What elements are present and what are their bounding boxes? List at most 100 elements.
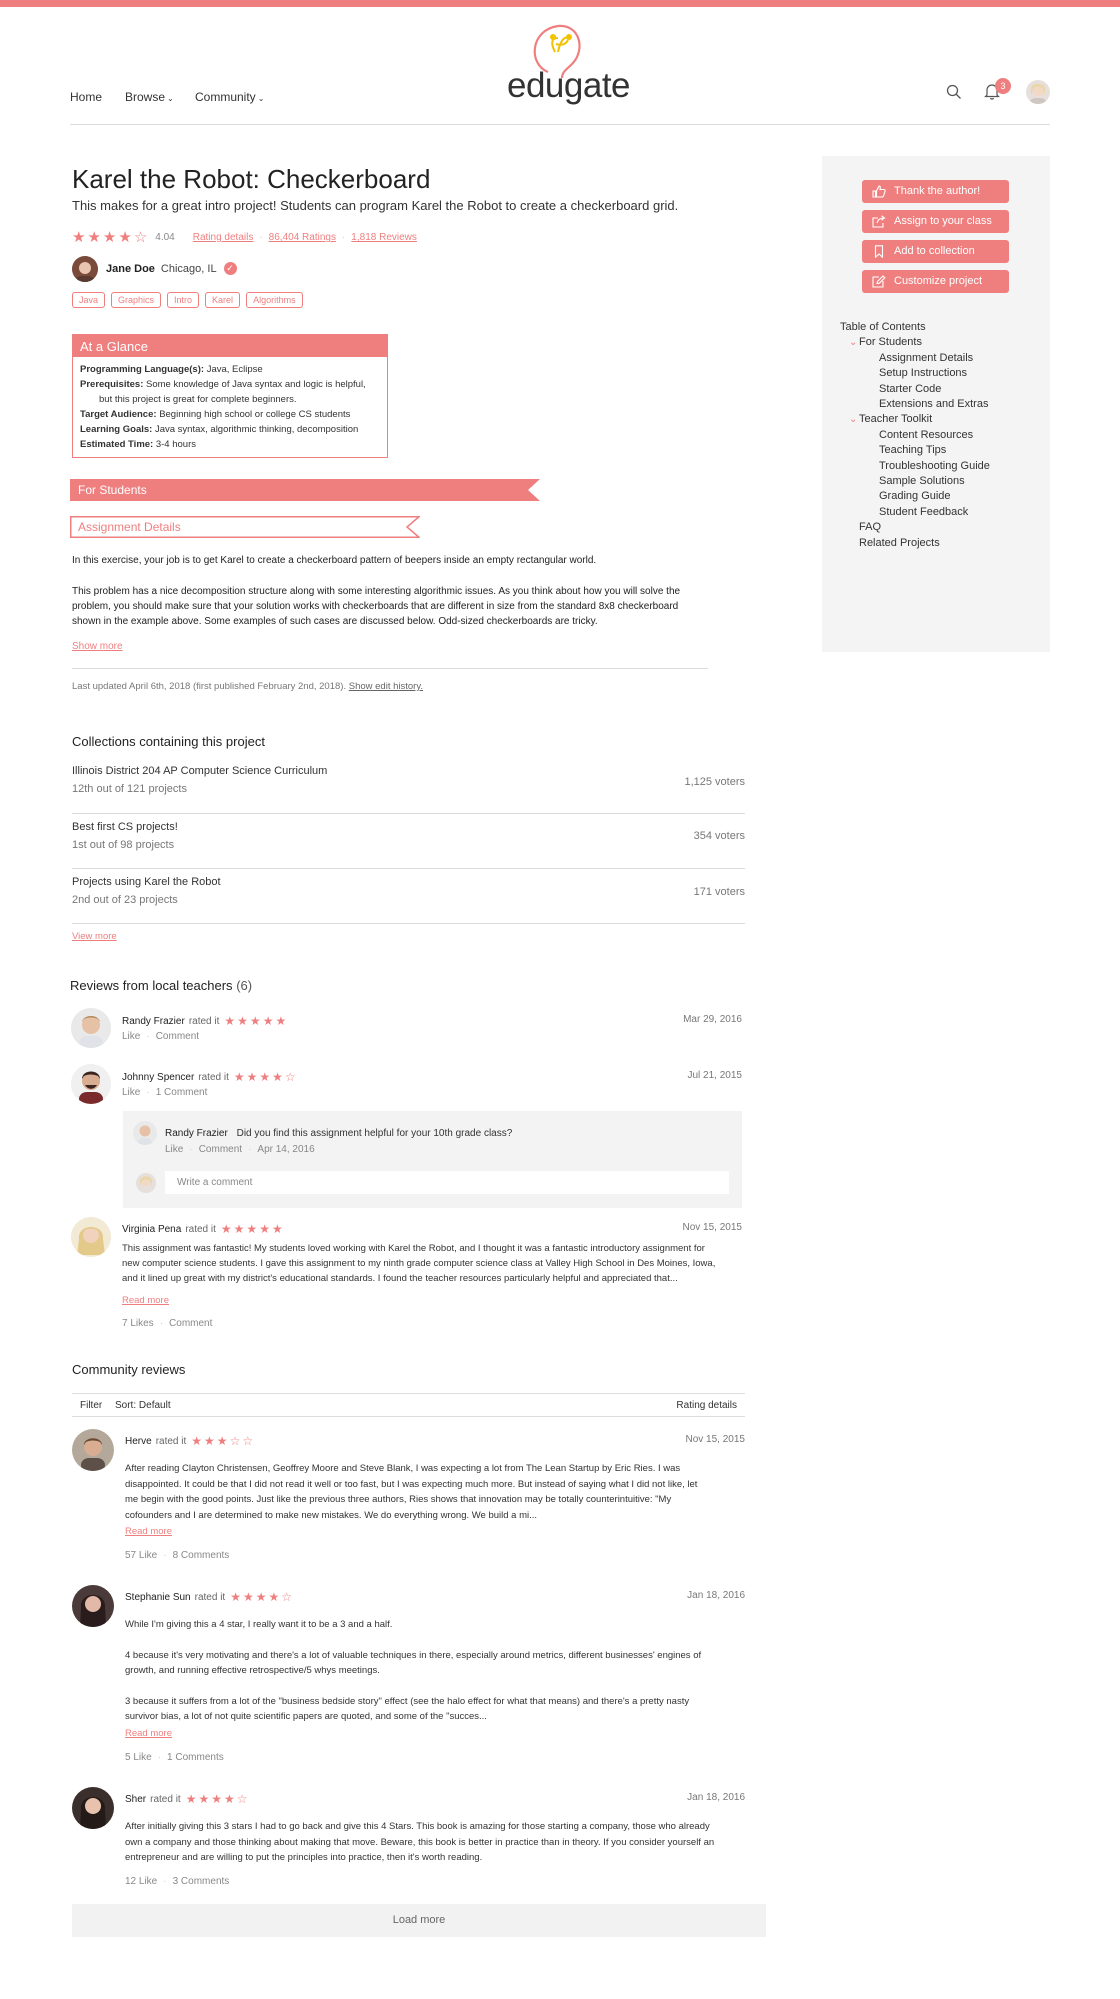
collection-item[interactable]: Projects using Karel the Robot 2nd out o… [72,876,745,924]
reviewer-name[interactable]: Virginia Pena [122,1224,181,1235]
bookmark-icon [874,245,884,258]
comments-button[interactable]: 1 Comment [156,1087,208,1098]
likes-count-button[interactable]: 7 Likes [122,1318,154,1329]
reviews-count-link[interactable]: 1,818 Reviews [351,232,417,243]
author-avatar[interactable] [72,256,98,282]
dot-separator: · [341,232,346,243]
toc-item-content-resources[interactable]: Content Resources [840,428,990,443]
user-avatar[interactable] [1026,80,1050,104]
write-comment-input[interactable]: Write a comment [165,1171,729,1194]
sort-dropdown[interactable]: Sort: Default [115,1400,171,1411]
tag-algorithms[interactable]: Algorithms [246,292,303,308]
collection-item[interactable]: Illinois District 204 AP Computer Scienc… [72,765,745,813]
search-button[interactable] [946,84,962,100]
toc-item-for-students[interactable]: ⌄ For Students [840,335,990,350]
nav-home-label: Home [70,90,103,104]
tag-intro[interactable]: Intro [167,292,200,308]
rating-stars: ★ ★ ★ ★ ☆ [72,230,147,245]
add-to-collection-button[interactable]: Add to collection [862,240,1009,263]
glance-item: Learning Goals: Java syntax, algorithmic… [80,422,380,437]
comment-button[interactable]: Comment [156,1031,199,1042]
rating-details-button[interactable]: Rating details [676,1400,737,1411]
tag-karel[interactable]: Karel [205,292,241,308]
glance-value: 3-4 hours [155,439,196,450]
toc-item-troubleshooting-guide[interactable]: Troubleshooting Guide [840,459,990,474]
likes-count-button[interactable]: 12 Like [125,1876,157,1887]
collection-item[interactable]: Best first CS projects! 1st out of 98 pr… [72,821,745,869]
toc-item-faq[interactable]: FAQ [840,520,990,535]
nav-community-label: Community [195,90,256,104]
toc-item-assignment-details[interactable]: Assignment Details [840,351,990,366]
comment-button[interactable]: Comment [169,1318,212,1329]
notifications-button[interactable]: 3 [984,78,1011,101]
dot-separator: · [259,232,263,243]
nav-browse-label: Browse [125,90,166,104]
toc-item-setup-instructions[interactable]: Setup Instructions [840,366,990,381]
rated-it-label: rated it [185,1223,216,1235]
toc-item-student-feedback[interactable]: Student Feedback [840,505,990,520]
assign-to-class-button[interactable]: Assign to your class [862,210,1009,233]
load-more-button[interactable]: Load more [72,1904,766,1937]
at-a-glance-box: At a Glance Programming Language(s): Jav… [72,334,388,458]
like-button[interactable]: Like [122,1031,140,1042]
nav-community[interactable]: Community ⌄ [195,90,264,104]
ratings-count-link[interactable]: 86,404 Ratings [269,232,336,243]
edugate-logo[interactable]: edugate [500,20,631,115]
comments-count-button[interactable]: 1 Comments [167,1752,224,1763]
reviewer-avatar[interactable] [71,1064,111,1104]
toc-item-starter-code[interactable]: Starter Code [840,382,990,397]
tag-java[interactable]: Java [72,292,106,308]
toc-item-related-projects[interactable]: Related Projects [840,536,990,551]
reviewer-avatar[interactable] [71,1217,111,1257]
comment-button[interactable]: Comment [199,1144,242,1155]
reviewer-avatar[interactable] [72,1429,114,1471]
reviewer-name[interactable]: Johnny Spencer [122,1072,194,1083]
reviewer-avatar[interactable] [72,1585,114,1627]
show-more-link[interactable]: Show more [72,641,123,652]
reply-author[interactable]: Randy Frazier [165,1128,228,1139]
read-more-link[interactable]: Read more [125,1728,172,1739]
section-ribbon-label: For Students [78,483,147,497]
table-of-contents: Table of Contents ⌄ For Students Assignme… [840,320,990,551]
read-more-link[interactable]: Read more [122,1295,169,1306]
filter-button[interactable]: Filter [80,1400,102,1411]
view-more-link[interactable]: View more [72,931,117,942]
likes-count-button[interactable]: 57 Like [125,1550,157,1561]
review-header: Stephanie Sun rated it ★ ★ ★ ★ ☆ [125,1591,292,1603]
star-filled-icon: ★ [204,1434,215,1448]
star-filled-icon: ★ [249,1014,261,1028]
like-button[interactable]: Like [165,1144,183,1155]
rating-details-link[interactable]: Rating details [193,232,254,243]
paragraph-line: problem, you should make sure that your … [72,601,679,612]
rated-it-label: rated it [198,1071,229,1083]
toc-item-extensions-and-extras[interactable]: Extensions and Extras [840,397,990,412]
thank-author-button[interactable]: Thank the author! [862,180,1009,203]
reviewer-name[interactable]: Sher [125,1794,146,1805]
likes-count-button[interactable]: 5 Like [125,1752,152,1763]
comments-count-button[interactable]: 3 Comments [173,1876,230,1887]
reviewer-name[interactable]: Herve [125,1436,152,1447]
edit-history-link[interactable]: Show edit history. [349,681,423,692]
reviewer-name[interactable]: Stephanie Sun [125,1592,191,1603]
toc-item-teacher-toolkit[interactable]: ⌄ Teacher Toolkit [840,412,990,427]
author-name[interactable]: Jane Doe [106,263,155,275]
reviewer-avatar[interactable] [71,1008,111,1048]
toc-item-label: For Students [859,336,922,349]
glance-item: Estimated Time: 3-4 hours [80,437,380,452]
reviewer-name[interactable]: Randy Frazier [122,1016,185,1027]
reply-avatar[interactable] [133,1121,157,1145]
project-title: Karel the Robot: Checkerboard [72,164,431,194]
collection-divider [72,868,745,869]
reviewer-avatar[interactable] [72,1787,114,1829]
nav-home[interactable]: Home [70,90,102,104]
like-button[interactable]: Like [122,1087,140,1098]
rating-value: 4.04 [155,232,175,243]
nav-browse[interactable]: Browse ⌄ [125,90,174,104]
toc-item-teaching-tips[interactable]: Teaching Tips [840,443,990,458]
tag-graphics[interactable]: Graphics [111,292,162,308]
read-more-link[interactable]: Read more [125,1526,172,1537]
comments-count-button[interactable]: 8 Comments [173,1550,230,1561]
toc-item-grading-guide[interactable]: Grading Guide [840,489,990,504]
customize-project-button[interactable]: Customize project [862,270,1009,293]
toc-item-sample-solutions[interactable]: Sample Solutions [840,474,990,489]
